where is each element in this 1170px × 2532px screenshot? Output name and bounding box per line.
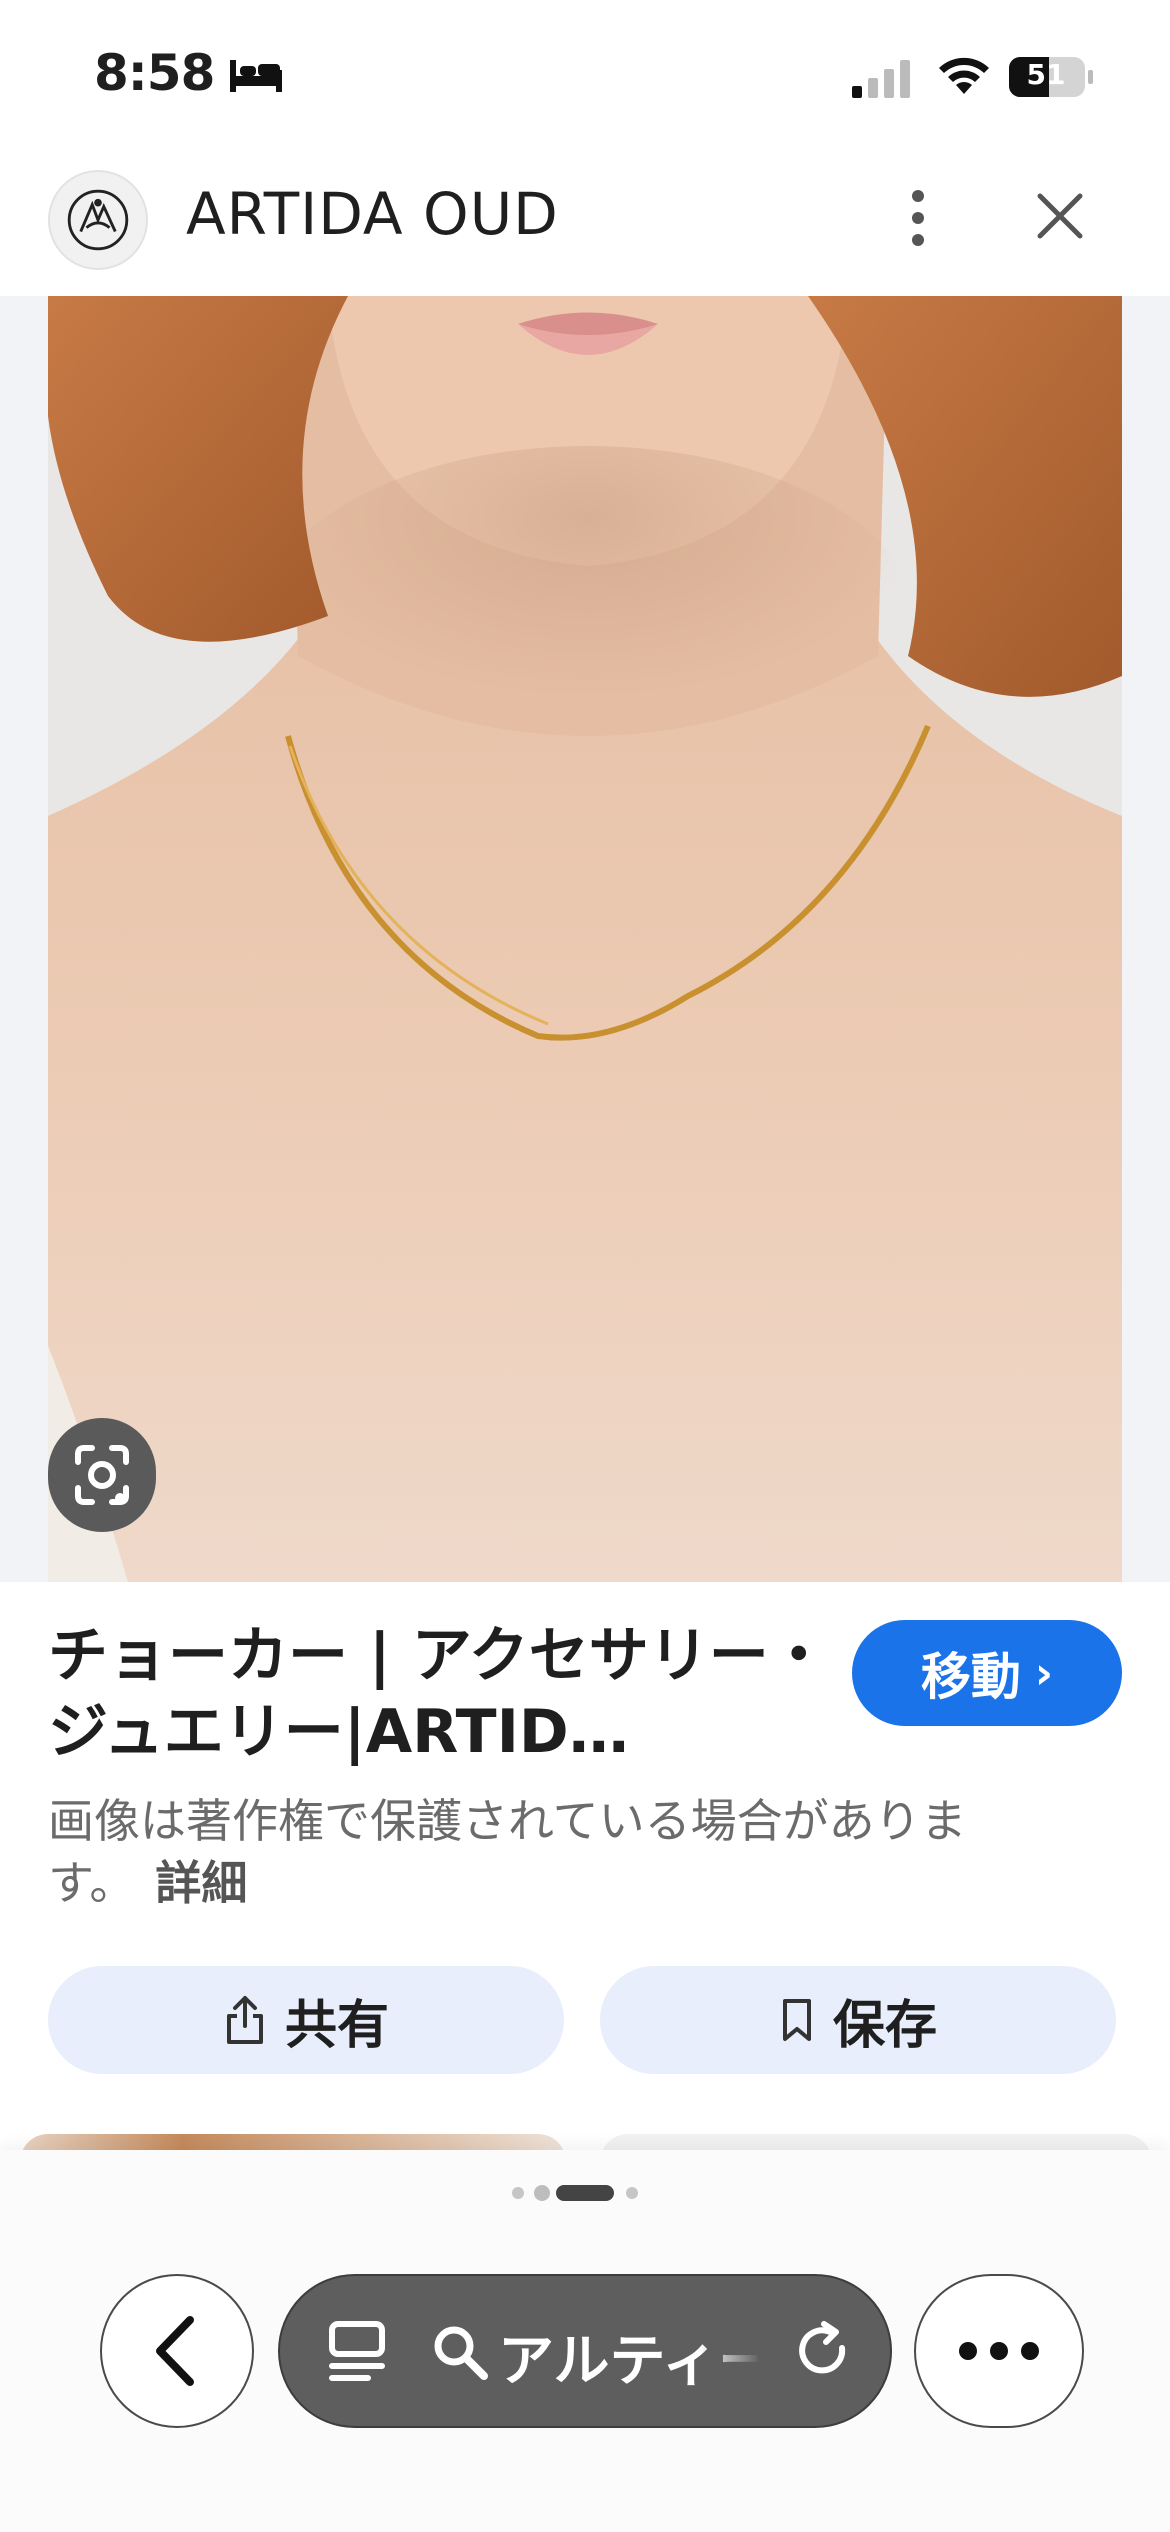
more-icon: [959, 2342, 1039, 2360]
back-arrow-icon: [156, 2316, 194, 2386]
status-bar: 8:58 51: [0, 0, 1170, 150]
save-label: 保存: [832, 1995, 937, 2056]
reload-icon[interactable]: [792, 2320, 856, 2384]
search-query-fade: [700, 2310, 760, 2390]
product-image[interactable]: [48, 296, 1122, 1582]
close-icon[interactable]: [1030, 186, 1090, 246]
chevron-right-icon: ›: [1034, 1647, 1054, 1699]
visit-label: 移動: [920, 1648, 1021, 1706]
status-time: 8:58: [94, 44, 215, 102]
kebab-menu-icon[interactable]: [890, 180, 946, 256]
tabs-icon: [329, 2321, 385, 2381]
result-title[interactable]: チョーカー | アクセサリー・ジュエリー|ARTID…: [48, 1618, 848, 1770]
header: [0, 150, 1170, 296]
more-button[interactable]: [914, 2274, 1084, 2428]
back-button[interactable]: [100, 2274, 254, 2428]
signal-icon: [852, 60, 910, 98]
copyright-notice: 画像は著作権で保護されている場合があります。 詳細: [48, 1790, 1048, 1914]
bed-icon: [230, 60, 282, 92]
save-button[interactable]: 保存: [600, 1966, 1116, 2074]
share-icon: [226, 1996, 263, 2044]
lens-icon: [75, 1445, 129, 1505]
search-icon: [434, 2326, 488, 2380]
site-title: ARTIDA OUD: [186, 180, 559, 248]
share-label: 共有: [284, 1995, 389, 2056]
wifi-icon: [939, 57, 989, 94]
bookmark-icon: [782, 1999, 811, 2041]
visit-button[interactable]: 移動 ›: [852, 1620, 1122, 1726]
share-button[interactable]: 共有: [48, 1966, 564, 2074]
site-logo-icon[interactable]: [48, 170, 148, 270]
lens-button[interactable]: [48, 1418, 156, 1532]
page-indicator: [512, 2185, 638, 2201]
battery-level: 51: [1026, 58, 1066, 91]
details-link[interactable]: 詳細: [155, 1856, 247, 1910]
